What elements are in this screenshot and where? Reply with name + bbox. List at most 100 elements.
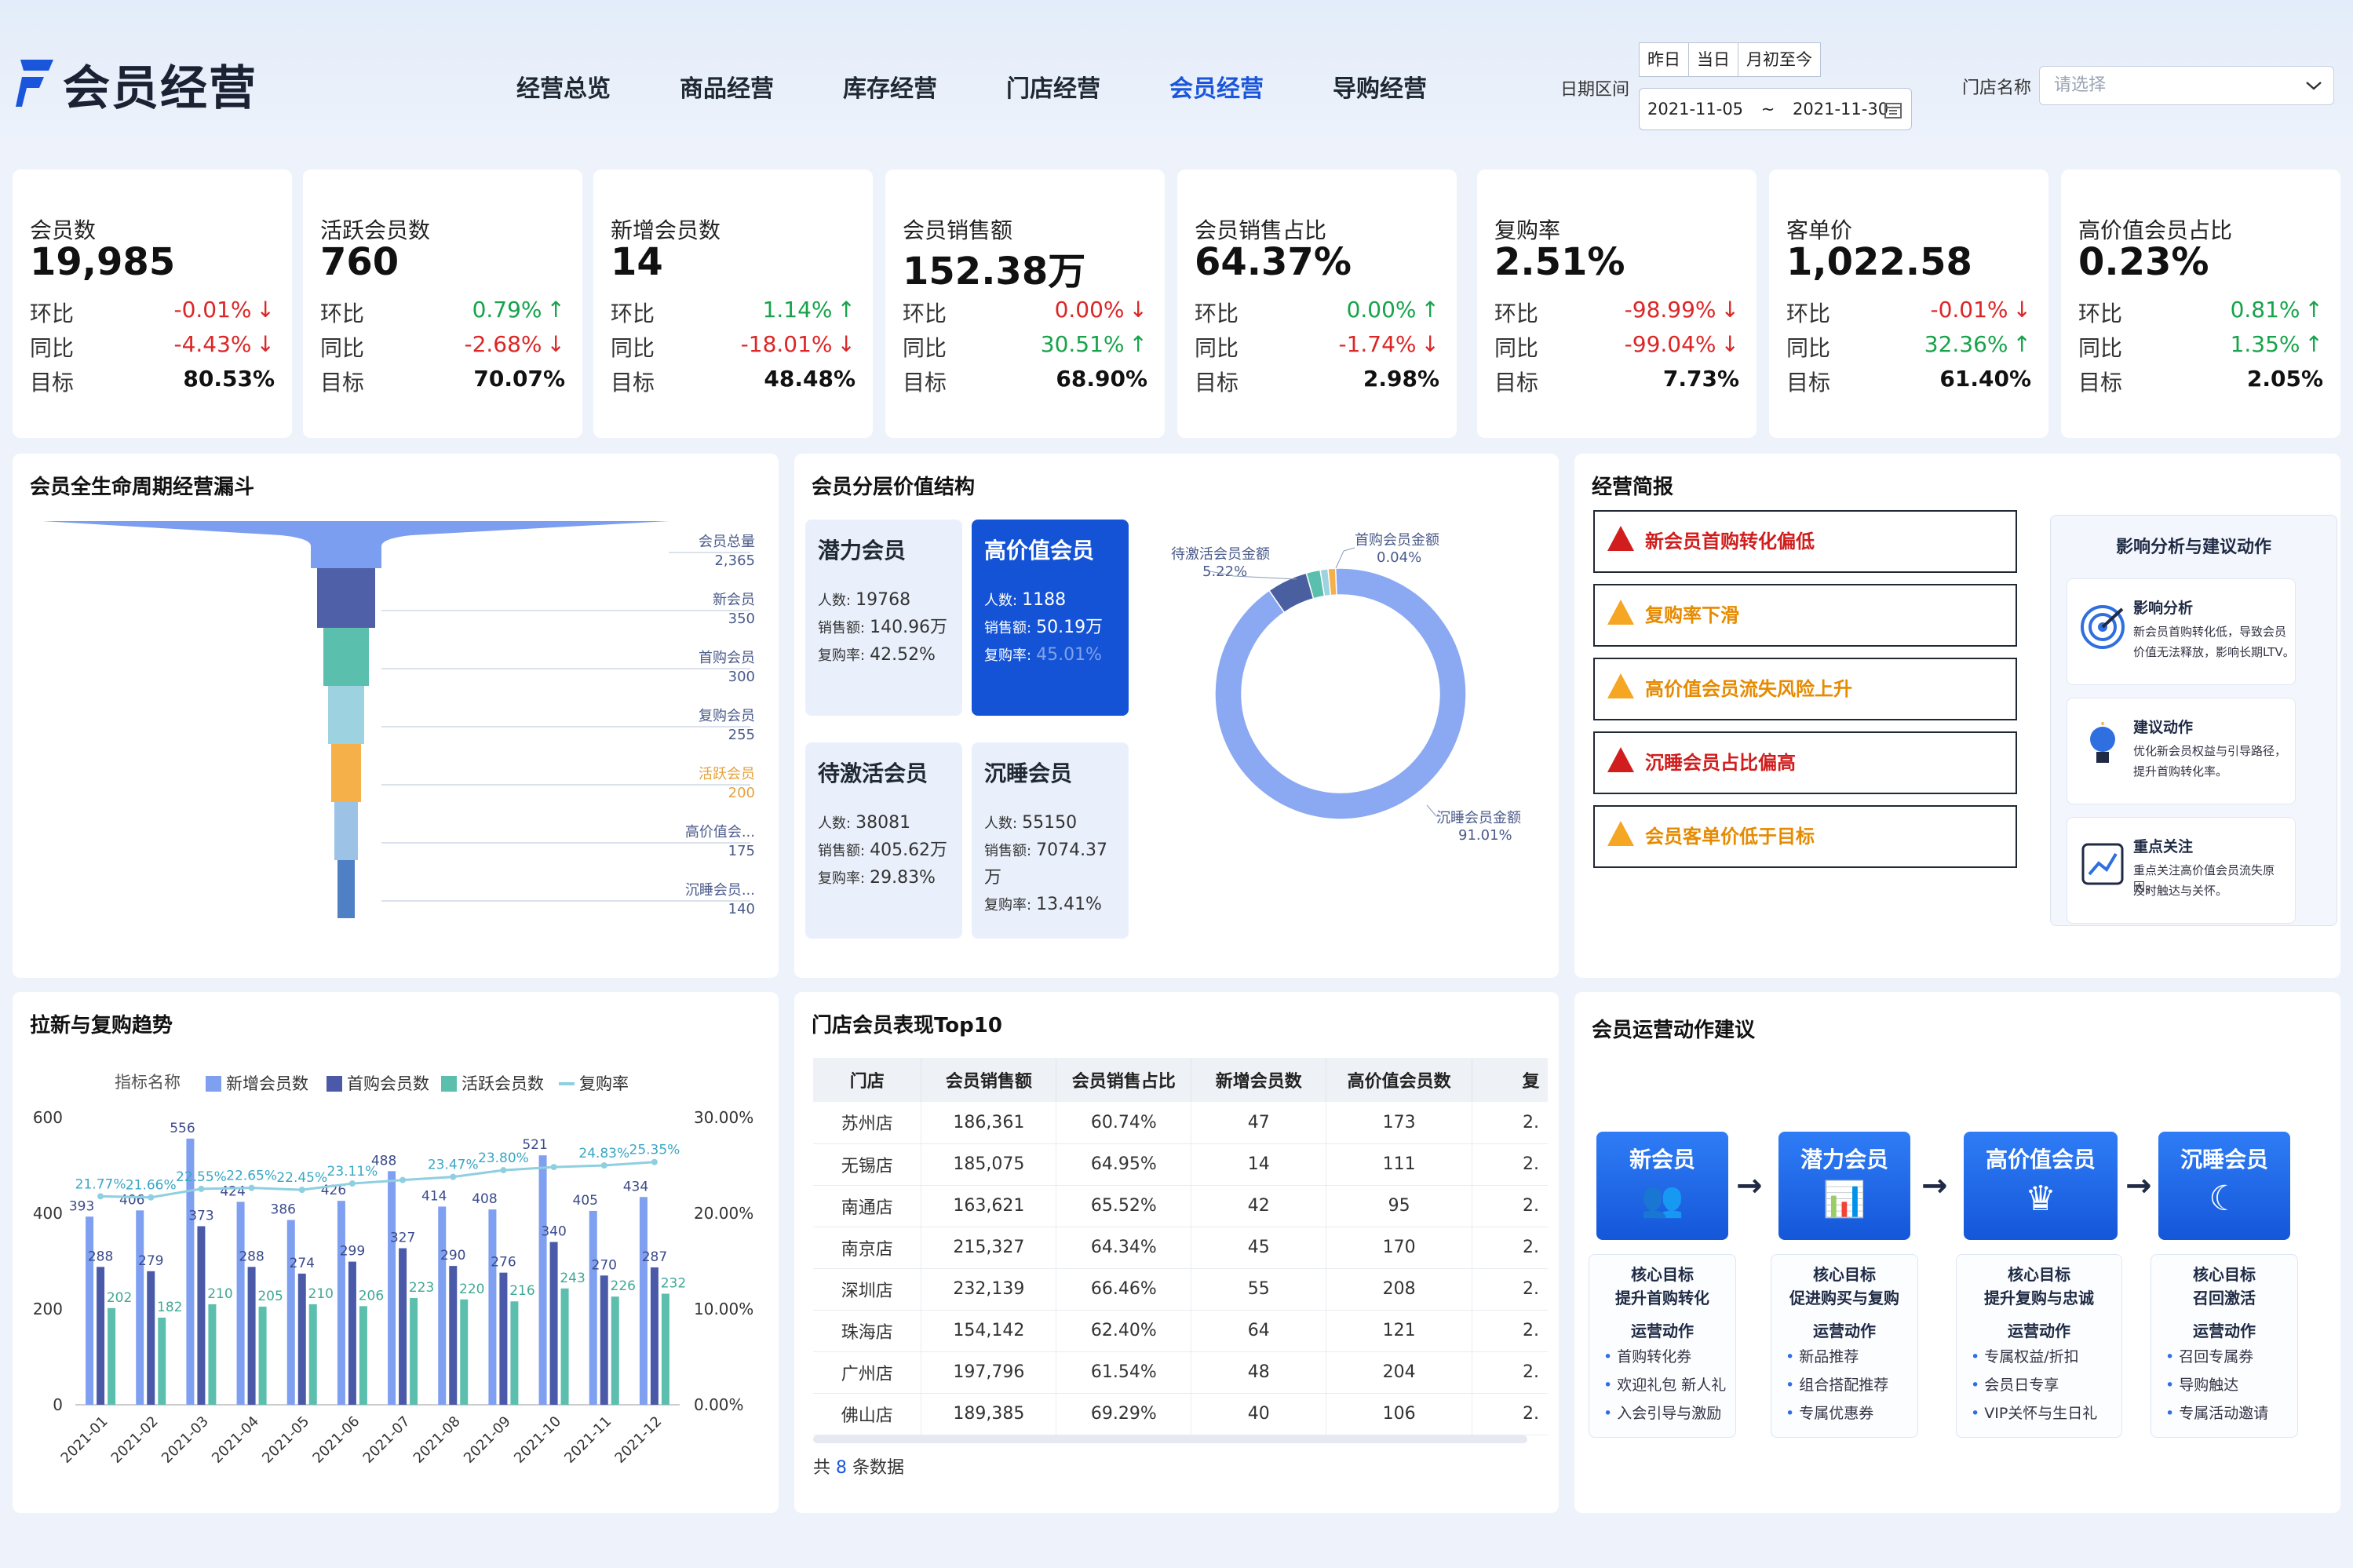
x-tick-label: 2021-08: [410, 1413, 464, 1467]
table-cell: 154,142: [921, 1310, 1057, 1352]
flow-goal-label: 核心目标: [2008, 1265, 2070, 1284]
nav-tab-overview[interactable]: 经营总览: [516, 69, 611, 104]
flow-step-name: 新会员: [1629, 1147, 1695, 1172]
bar: [86, 1216, 94, 1405]
bar-label: 405: [573, 1193, 598, 1209]
table-header-cell: 门店: [813, 1058, 922, 1102]
arrow-up-icon: ↑: [2304, 331, 2323, 357]
bullet-icon: •: [1971, 1348, 1980, 1366]
kpi-tb-text: -18.01%: [740, 331, 833, 357]
bar: [611, 1296, 619, 1405]
kpi-tb-value: -1.74% ↓: [1338, 331, 1439, 357]
impact-item-title: 重点关注: [2133, 838, 2194, 855]
segment-repeat-label: 复购率:: [984, 897, 1032, 913]
table-row: 深圳店 232,139 66.46% 55 208 2.: [813, 1268, 1548, 1311]
table-row: 苏州店 186,361 60.74% 47 173 2.: [813, 1102, 1548, 1144]
table-cell: 14: [1191, 1143, 1327, 1186]
warning-icon: !: [1607, 673, 1634, 720]
kpi-tb-label: 同比: [611, 335, 655, 361]
store-table-wrapper[interactable]: 门店 会员销售额 会员销售占比 新增会员数 高价值会员数复 苏州店 186,361 60.7…: [813, 1058, 1548, 1435]
flow-goal-label: 核心目标: [1631, 1265, 1694, 1284]
nav-tab-store[interactable]: 门店经营: [1006, 69, 1100, 104]
bar: [147, 1271, 155, 1405]
alert-red: ! 沉睡会员占比偏高: [1593, 731, 2017, 794]
table-cell: 64: [1191, 1310, 1327, 1352]
x-tick-label: 2021-03: [159, 1413, 212, 1467]
table-cell: 64.34%: [1056, 1227, 1192, 1269]
x-tick-label: 2021-06: [309, 1413, 363, 1467]
flow-step-detail: 核心目标 促进购买与复购 运营动作 • 新品推荐 • 组合搭配推荐 • 专属优惠券: [1771, 1254, 1918, 1438]
table-cell: 佛山店: [813, 1393, 922, 1435]
quick-today-button[interactable]: 当日: [1689, 43, 1738, 76]
kpi-hb-text: 0.00%: [1054, 297, 1125, 323]
nav-tab-member[interactable]: 会员经营: [1169, 69, 1264, 104]
kpi-target-label: 目标: [1786, 370, 1831, 396]
nav-tab-guide[interactable]: 导购经营: [1333, 69, 1427, 104]
segment-count: 38081: [855, 813, 911, 833]
bar: [538, 1155, 547, 1405]
nav-tab-inventory[interactable]: 库存经营: [843, 69, 937, 104]
segment-sales-row: 销售额: 140.96万: [818, 614, 950, 642]
table-cell: 南通店: [813, 1185, 922, 1227]
bar-label: 232: [661, 1275, 686, 1291]
donut-label-name: 沉睡会员金额: [1436, 810, 1521, 826]
flow-op-label: 运营动作: [2193, 1322, 2256, 1340]
date-range-picker[interactable]: 2021-11-05 ~ 2021-11-30: [1639, 88, 1912, 130]
bar-label: 243: [560, 1271, 585, 1286]
table-cell: 苏州店: [813, 1102, 922, 1144]
repeat-rate-label: 25.35%: [629, 1143, 680, 1158]
segment-sales: 50.19万: [1036, 618, 1104, 637]
segment-sales: 140.96万: [870, 618, 948, 637]
bar: [499, 1272, 508, 1405]
segment-repeat-label: 复购率:: [818, 870, 866, 887]
horizontal-scrollbar[interactable]: [813, 1435, 1527, 1443]
kpi-target-row: 目标 48.48%: [611, 366, 855, 397]
flow-op-text: VIP关怀与生日礼: [1984, 1405, 2098, 1422]
alert-orange: ! 高价值会员流失风险上升: [1593, 658, 2017, 720]
nav-tab-goods[interactable]: 商品经营: [680, 69, 774, 104]
bar-label: 223: [409, 1280, 434, 1296]
quick-month-to-date-button[interactable]: 月初至今: [1738, 43, 1820, 76]
table-header-cell: 会员销售额: [921, 1058, 1057, 1102]
funnel-stage-name: 活跃会员: [699, 766, 755, 782]
segment-name: 高价值会员: [984, 538, 1095, 563]
funnel-stage-name: 复购会员: [699, 708, 755, 724]
repeat-rate-label: 23.80%: [478, 1150, 529, 1166]
bar: [589, 1210, 597, 1405]
bullet-icon: •: [1786, 1405, 1795, 1422]
table-cell: 2.: [1472, 1102, 1548, 1144]
bar: [136, 1210, 144, 1405]
repeat-rate-point: [500, 1167, 507, 1174]
kpi-hb-row: 环比 0.81% ↑: [2078, 297, 2323, 328]
flow-goal: 召回激活: [2193, 1289, 2256, 1307]
donut-label-name: 待激活会员金额: [1171, 546, 1270, 563]
quick-yesterday-button[interactable]: 昨日: [1640, 43, 1689, 76]
funnel-stage-value: 200: [728, 785, 755, 801]
table-cell: 163,621: [921, 1185, 1057, 1227]
flow-step-detail: 核心目标 提升复购与忠诚 运营动作 • 专属权益/折扣 • 会员日专享 • VIP关怀与生日礼: [1956, 1254, 2122, 1438]
donut-label-value: 5.22%: [1202, 563, 1247, 580]
segment-sales-row: 销售额: 405.62万: [818, 837, 950, 865]
segment-name: 潜力会员: [818, 538, 907, 563]
table-footer-post: 条数据: [852, 1458, 905, 1478]
kpi-tb-value: 32.36% ↑: [1924, 331, 2031, 357]
flow-goal-label: 核心目标: [2193, 1265, 2256, 1284]
kpi-target-row: 目标 2.98%: [1195, 366, 1439, 397]
table-cell: 55: [1191, 1268, 1327, 1311]
kpi-target-label: 目标: [2078, 370, 2123, 396]
arrow-down-icon: ↓: [1129, 297, 1147, 323]
kpi-tb-value: -18.01% ↓: [741, 331, 855, 357]
actions-title: 会员运营动作建议: [1592, 1019, 1756, 1042]
funnel-segment: [323, 628, 369, 686]
kpi-tb-value: 1.35% ↑: [2231, 331, 2323, 357]
store-select[interactable]: 请选择: [2039, 66, 2334, 105]
kpi-tb-value: 30.51% ↑: [1041, 331, 1147, 357]
bullet-icon: •: [1971, 1377, 1980, 1394]
flow-op-text: 会员日专享: [1984, 1377, 2059, 1394]
kpi-tb-text: -4.43%: [173, 331, 252, 357]
table-cell: 2.: [1472, 1310, 1548, 1352]
bar: [236, 1202, 245, 1405]
kpi-tb-label: 同比: [320, 335, 365, 361]
segment-count: 55150: [1022, 813, 1078, 833]
bullet-icon: •: [1603, 1377, 1613, 1394]
